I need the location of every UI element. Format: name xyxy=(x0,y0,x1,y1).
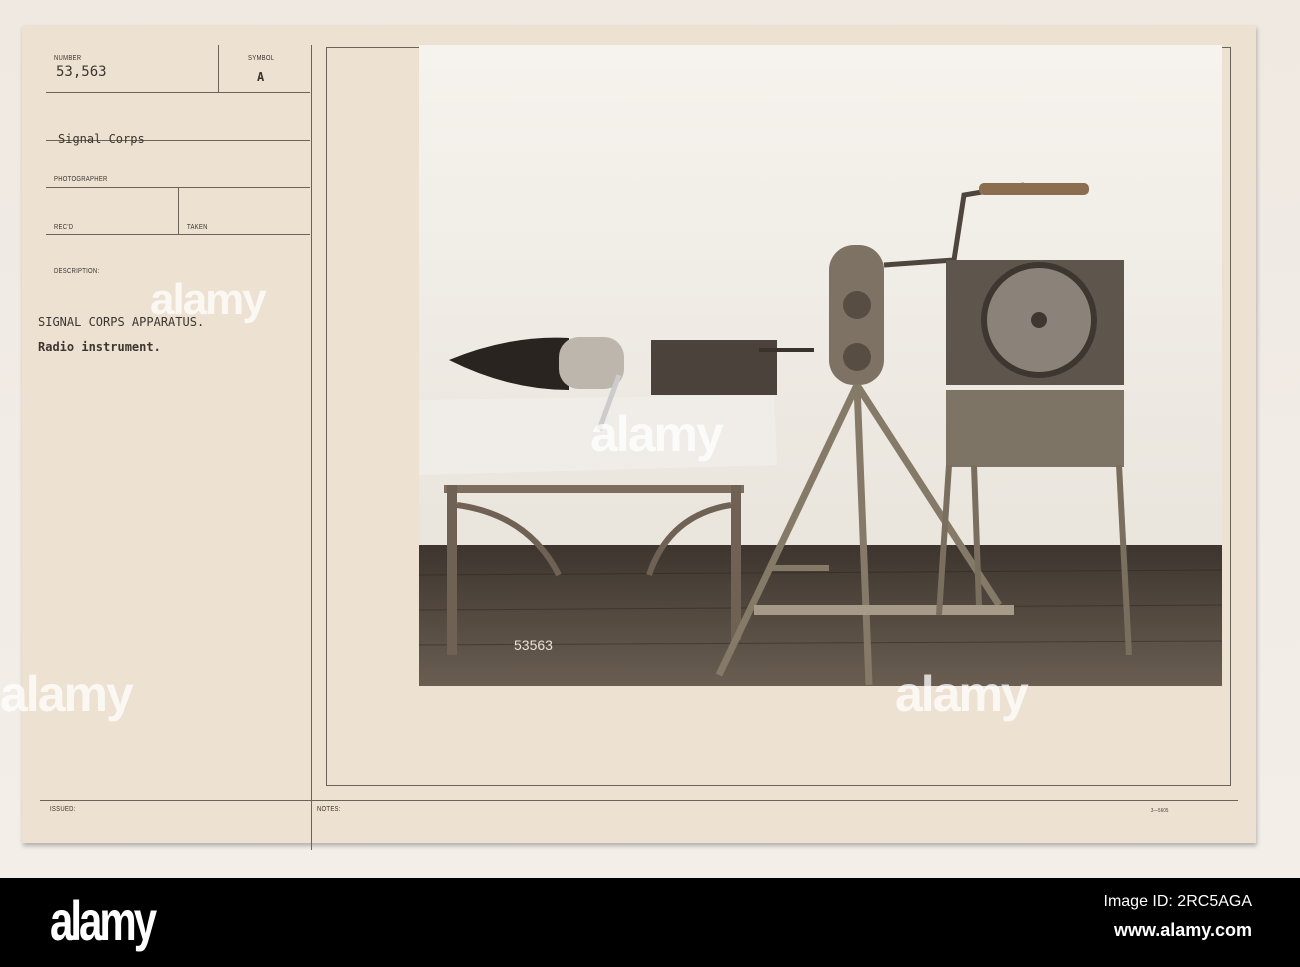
image-id: Image ID: 2RC5AGA xyxy=(1103,893,1253,910)
watermark: alamy xyxy=(895,666,1029,722)
taken-label: TAKEN xyxy=(187,224,208,231)
recd-label: REC'D xyxy=(54,224,74,231)
description-label: DESCRIPTION: xyxy=(54,268,100,275)
radio-apparatus-photo: 53563 xyxy=(419,45,1222,686)
watermark: alamy xyxy=(590,406,724,462)
symbol-label: SYMBOL xyxy=(248,55,275,62)
alamy-logo: alamy xyxy=(50,889,157,952)
source-text: Signal Corps xyxy=(58,132,145,146)
divider xyxy=(46,234,310,235)
notes-label: NOTES: xyxy=(317,806,341,813)
photograph: 53563 xyxy=(419,45,1222,686)
divider xyxy=(178,188,179,235)
alamy-url[interactable]: www.alamy.com xyxy=(1114,920,1252,941)
footer-bar: alamy Image ID: 2RC5AGA www.alamy.com xyxy=(0,878,1300,967)
number-label: NUMBER xyxy=(54,55,82,62)
watermark: alamy xyxy=(0,666,134,722)
divider xyxy=(311,45,312,850)
issued-label: ISSUED: xyxy=(50,806,76,813)
watermark: alamy xyxy=(150,275,267,324)
divider xyxy=(40,800,1238,801)
photo-number: 53563 xyxy=(514,637,553,653)
form-code: 3—5605 xyxy=(1151,808,1169,814)
divider xyxy=(46,92,310,93)
photographer-label: PHOTOGRAPHER xyxy=(54,176,108,183)
divider xyxy=(218,45,219,93)
number-value: 53,563 xyxy=(56,64,107,80)
description-line-2: Radio instrument. xyxy=(38,340,161,354)
symbol-value: A xyxy=(257,70,265,84)
